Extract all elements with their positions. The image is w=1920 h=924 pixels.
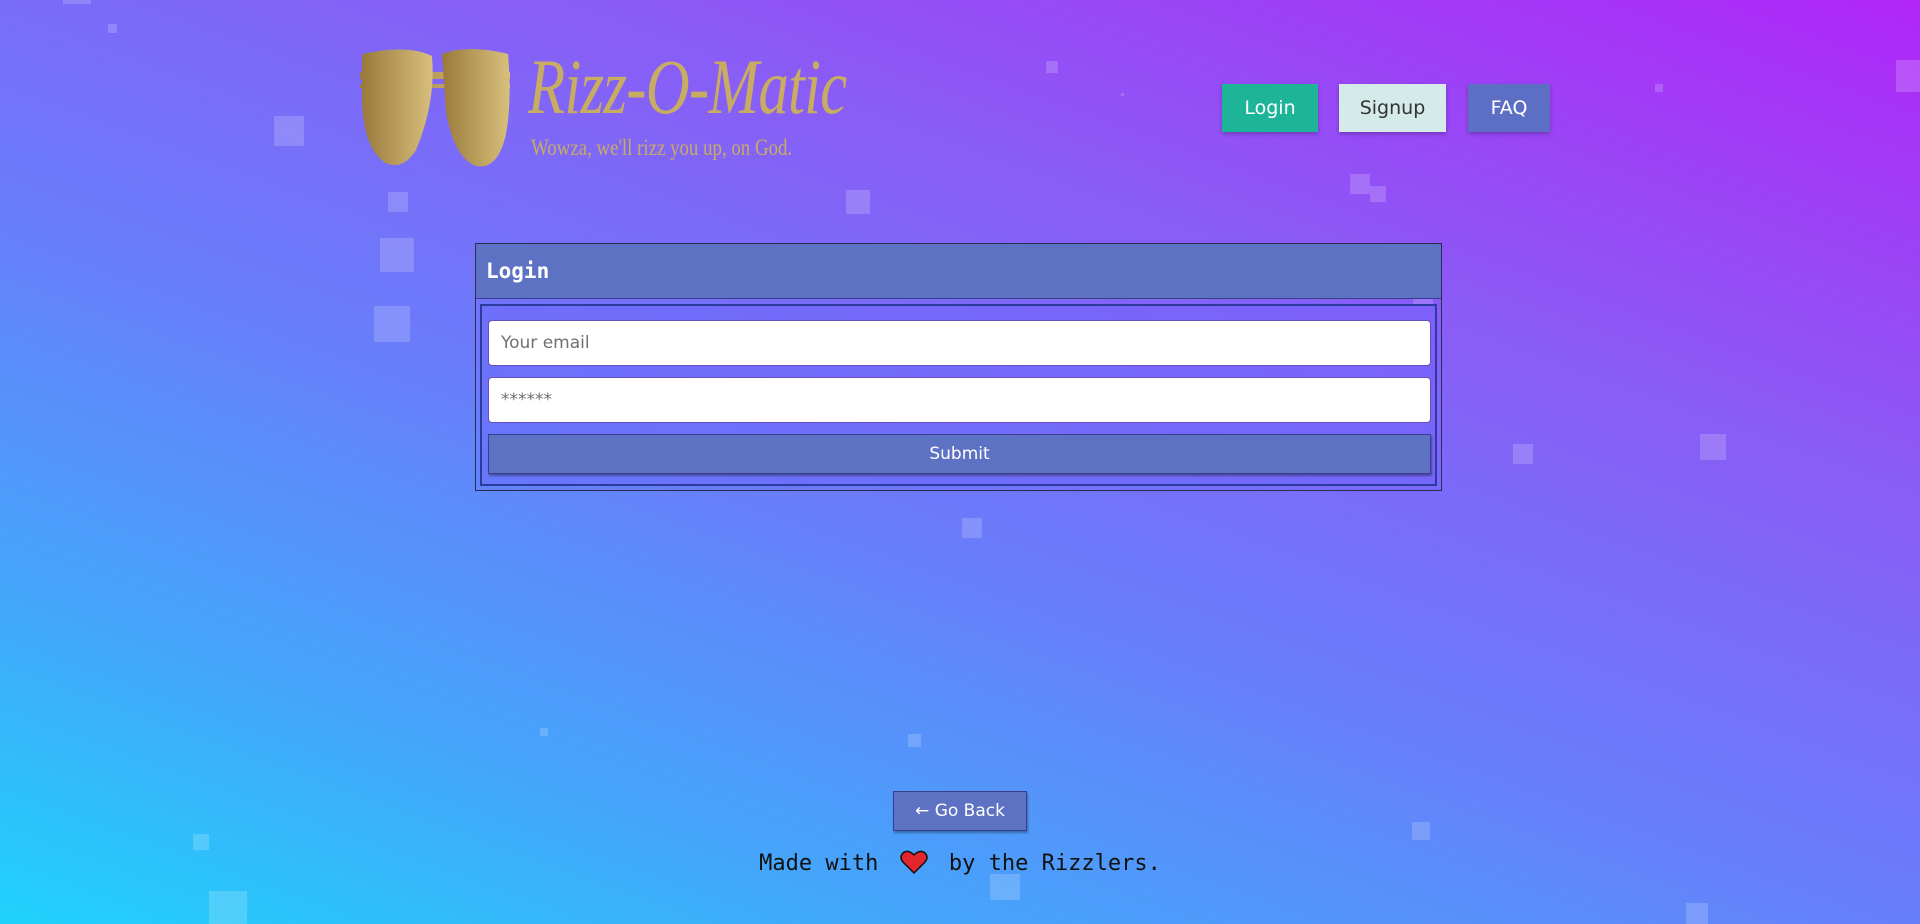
background-square (962, 518, 982, 538)
background-square (108, 24, 117, 33)
login-panel-title: Login (476, 244, 1441, 299)
background-square (846, 190, 870, 214)
background-square (274, 116, 304, 146)
brand-title: Rizz-O-Matic (528, 43, 847, 130)
nav-login-button[interactable]: Login (1222, 84, 1318, 132)
background-square (209, 891, 247, 924)
go-back-button[interactable]: ← Go Back (893, 791, 1027, 831)
background-square (1655, 84, 1663, 92)
heart-icon (899, 850, 928, 874)
login-panel: Login Submit (475, 243, 1442, 491)
background-square (1513, 444, 1533, 464)
background-square (380, 238, 414, 272)
footer-suffix: by the Rizzlers. (948, 851, 1161, 876)
background-square (1121, 93, 1124, 96)
background-square (1686, 903, 1708, 924)
submit-button[interactable]: Submit (488, 434, 1431, 474)
background-square (374, 306, 410, 342)
footer: Made with by the Rizzlers. (0, 848, 1920, 880)
background-square (1896, 60, 1920, 92)
email-field[interactable] (488, 320, 1431, 366)
background-square (540, 728, 548, 736)
brand-logo: Rizz-O-Matic Wowza, we'll rizz you up, o… (358, 42, 847, 172)
background-square (1700, 434, 1726, 460)
background-square (388, 192, 408, 212)
background-square (1370, 186, 1386, 202)
background-square (63, 0, 91, 4)
password-field[interactable] (488, 377, 1431, 423)
nav-signup-button[interactable]: Signup (1339, 84, 1446, 132)
login-form: Submit (480, 304, 1437, 486)
nav-faq-button[interactable]: FAQ (1468, 84, 1550, 132)
footer-prefix: Made with (759, 851, 879, 876)
background-square (1046, 61, 1058, 73)
background-square (1412, 822, 1430, 840)
sunglasses-icon (360, 49, 510, 167)
background-square (1350, 174, 1370, 194)
brand-tagline: Wowza, we'll rizz you up, on God. (531, 135, 793, 160)
background-square (908, 734, 921, 747)
